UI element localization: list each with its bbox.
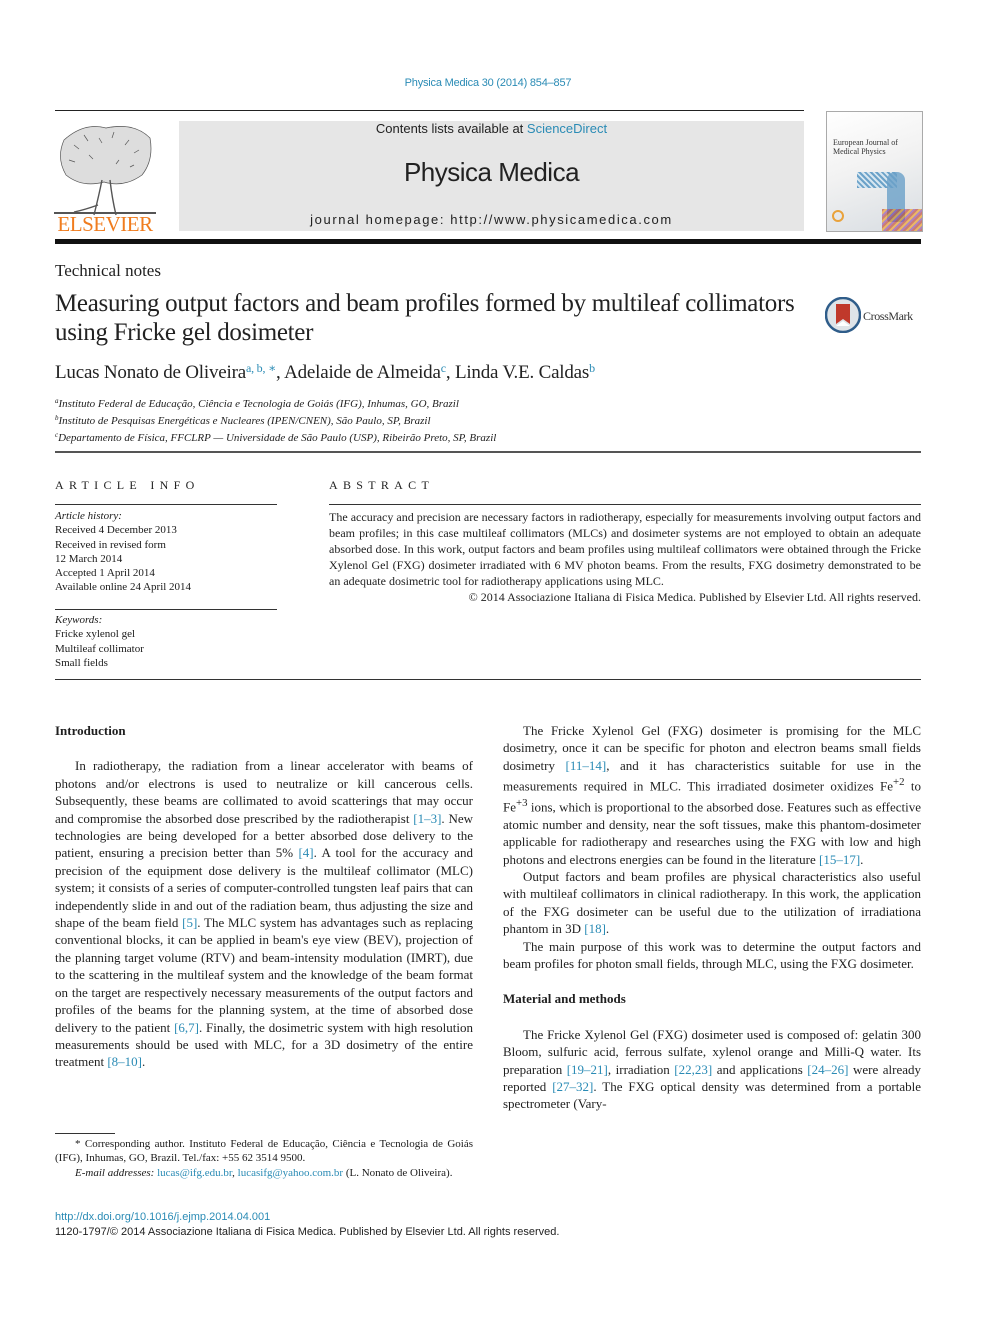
cover-title: European Journal of Medical Physics: [833, 138, 898, 156]
journal-homepage-link[interactable]: journal homepage: http://www.physicamedi…: [179, 212, 804, 227]
article-history: Article history: Received 4 December 201…: [55, 509, 191, 595]
author-affiliation-marks[interactable]: a, b, ∗: [246, 361, 276, 375]
paragraph: The Fricke Xylenol Gel (FXG) dosimeter i…: [503, 723, 921, 867]
author-affiliation-marks[interactable]: b: [589, 361, 595, 375]
author-separator: ,: [445, 362, 455, 383]
issn-copyright-line: 1120-1797/© 2014 Associazione Italiana d…: [55, 1226, 560, 1238]
section-heading-introduction: Introduction: [55, 723, 126, 738]
superscript: +2: [893, 776, 905, 789]
email-link[interactable]: lucasifg@yahoo.com.br: [238, 1167, 343, 1179]
abstract-body: The accuracy and precision are necessary…: [329, 509, 921, 605]
affiliations: aInstituto Federal de Educação, Ciência …: [55, 394, 496, 446]
article-info-heading: ARTICLE INFO: [55, 478, 200, 492]
body-column-left: Introduction In radiotherapy, the radiat…: [55, 722, 473, 1071]
history-item: 12 March 2014: [55, 552, 123, 565]
citation-link[interactable]: [24–26]: [807, 1062, 848, 1077]
contents-line: Contents lists available at ScienceDirec…: [179, 121, 804, 136]
crossmark-icon: [825, 297, 861, 333]
author-name[interactable]: Adelaide de Almeida: [284, 362, 441, 383]
paragraph: The Fricke Xylenol Gel (FXG) dosimeter u…: [503, 1026, 921, 1112]
citation-link[interactable]: [19–21]: [567, 1062, 608, 1077]
email-note: E-mail addresses: lucas@ifg.edu.br, luca…: [75, 1166, 453, 1179]
citation-link[interactable]: [8–10]: [107, 1054, 142, 1069]
abstract-heading: ABSTRACT: [329, 478, 435, 492]
affiliation-text: Instituto Federal de Educação, Ciência e…: [58, 398, 459, 410]
keywords-rule: [55, 609, 277, 610]
crossmark-label: CrossMark: [863, 309, 913, 323]
citation-link[interactable]: [5]: [182, 915, 197, 930]
affiliation-item: bInstituto de Pesquisas Energéticas e Nu…: [55, 411, 496, 428]
abstract-rule: [329, 504, 921, 505]
section-heading-methods: Material and methods: [503, 991, 626, 1007]
abstract-text: The accuracy and precision are necessary…: [329, 510, 921, 588]
header-rule: [55, 110, 804, 111]
citation-link[interactable]: [15–17]: [819, 852, 860, 867]
doi-link[interactable]: http://dx.doi.org/10.1016/j.ejmp.2014.04…: [55, 1211, 270, 1223]
author-name[interactable]: Linda V.E. Caldas: [455, 362, 589, 383]
affiliation-text: Departamento de Física, FFCLRP — Univers…: [58, 432, 497, 445]
article-title: Measuring output factors and beam profil…: [55, 290, 795, 346]
elsevier-wordmark: ELSEVIER: [57, 212, 153, 236]
citation-link[interactable]: [6,7]: [174, 1020, 199, 1035]
cover-badge-icon: [832, 210, 844, 222]
journal-name: Physica Medica: [403, 157, 580, 187]
contents-prefix: Contents lists available at: [375, 121, 527, 136]
cover-stripe: [882, 209, 922, 231]
paragraph: Output factors and beam profiles are phy…: [503, 868, 921, 937]
footnotes: * Corresponding author. Instituto Federa…: [55, 1137, 473, 1180]
journal-reference-link[interactable]: Physica Medica 30 (2014) 854–857: [0, 77, 976, 89]
citation-link[interactable]: [18]: [584, 921, 606, 936]
citation-link[interactable]: [4]: [298, 845, 313, 860]
keyword-item: Multileaf collimator: [55, 642, 144, 655]
citation-link[interactable]: [27–32]: [552, 1079, 593, 1094]
author-name[interactable]: Lucas Nonato de Oliveira: [55, 362, 246, 383]
email-label: E-mail addresses:: [75, 1166, 155, 1179]
affiliation-item: aInstituto Federal de Educação, Ciência …: [55, 394, 496, 411]
keyword-item: Small fields: [55, 656, 108, 669]
email-owner: (L. Nonato de Oliveira).: [345, 1166, 453, 1179]
body-column-right: The Fricke Xylenol Gel (FXG) dosimeter i…: [503, 722, 921, 1113]
history-label: Article history:: [55, 510, 122, 522]
paragraph: In radiotherapy, the radiation from a li…: [55, 758, 474, 1070]
keyword-item: Fricke xylenol gel: [55, 628, 136, 641]
citation-link[interactable]: [11–14]: [566, 758, 607, 773]
citation-link[interactable]: [1–3]: [413, 811, 441, 826]
sciencedirect-link[interactable]: ScienceDirect: [527, 121, 607, 136]
article-info-rule: [55, 504, 277, 505]
email-link[interactable]: lucas@ifg.edu.br: [157, 1167, 232, 1179]
author-separator: ,: [276, 362, 285, 383]
author-list: Lucas Nonato de Oliveiraa, b, ∗, Adelaid…: [55, 361, 595, 384]
footnote-rule: [55, 1133, 115, 1134]
article-section-type: Technical notes: [55, 261, 161, 280]
superscript: +3: [516, 796, 528, 809]
abstract-bottom-rule: [55, 679, 921, 680]
history-item: Accepted 1 April 2014: [55, 567, 155, 580]
history-item: Received in revised form: [55, 538, 166, 551]
paragraph: The main purpose of this work was to det…: [503, 938, 921, 971]
affiliation-item: cDepartamento de Física, FFCLRP — Univer…: [55, 428, 496, 445]
history-item: Available online 24 April 2014: [55, 581, 192, 594]
affiliation-text: Instituto de Pesquisas Energéticas e Nuc…: [58, 415, 431, 428]
keywords: Keywords: Fricke xylenol gel Multileaf c…: [55, 613, 144, 670]
crossmark-button[interactable]: CrossMark: [825, 296, 925, 336]
journal-cover-thumbnail[interactable]: European Journal of Medical Physics: [826, 111, 923, 232]
abstract-copyright: © 2014 Associazione Italiana di Fisica M…: [468, 590, 921, 604]
corresponding-author-note: * Corresponding author. Instituto Federa…: [55, 1138, 473, 1165]
title-rule: [55, 451, 921, 453]
header-thick-rule: [55, 239, 921, 244]
history-item: Received 4 December 2013: [55, 524, 177, 537]
citation-link[interactable]: [22,23]: [674, 1062, 712, 1077]
keywords-label: Keywords:: [55, 614, 103, 626]
